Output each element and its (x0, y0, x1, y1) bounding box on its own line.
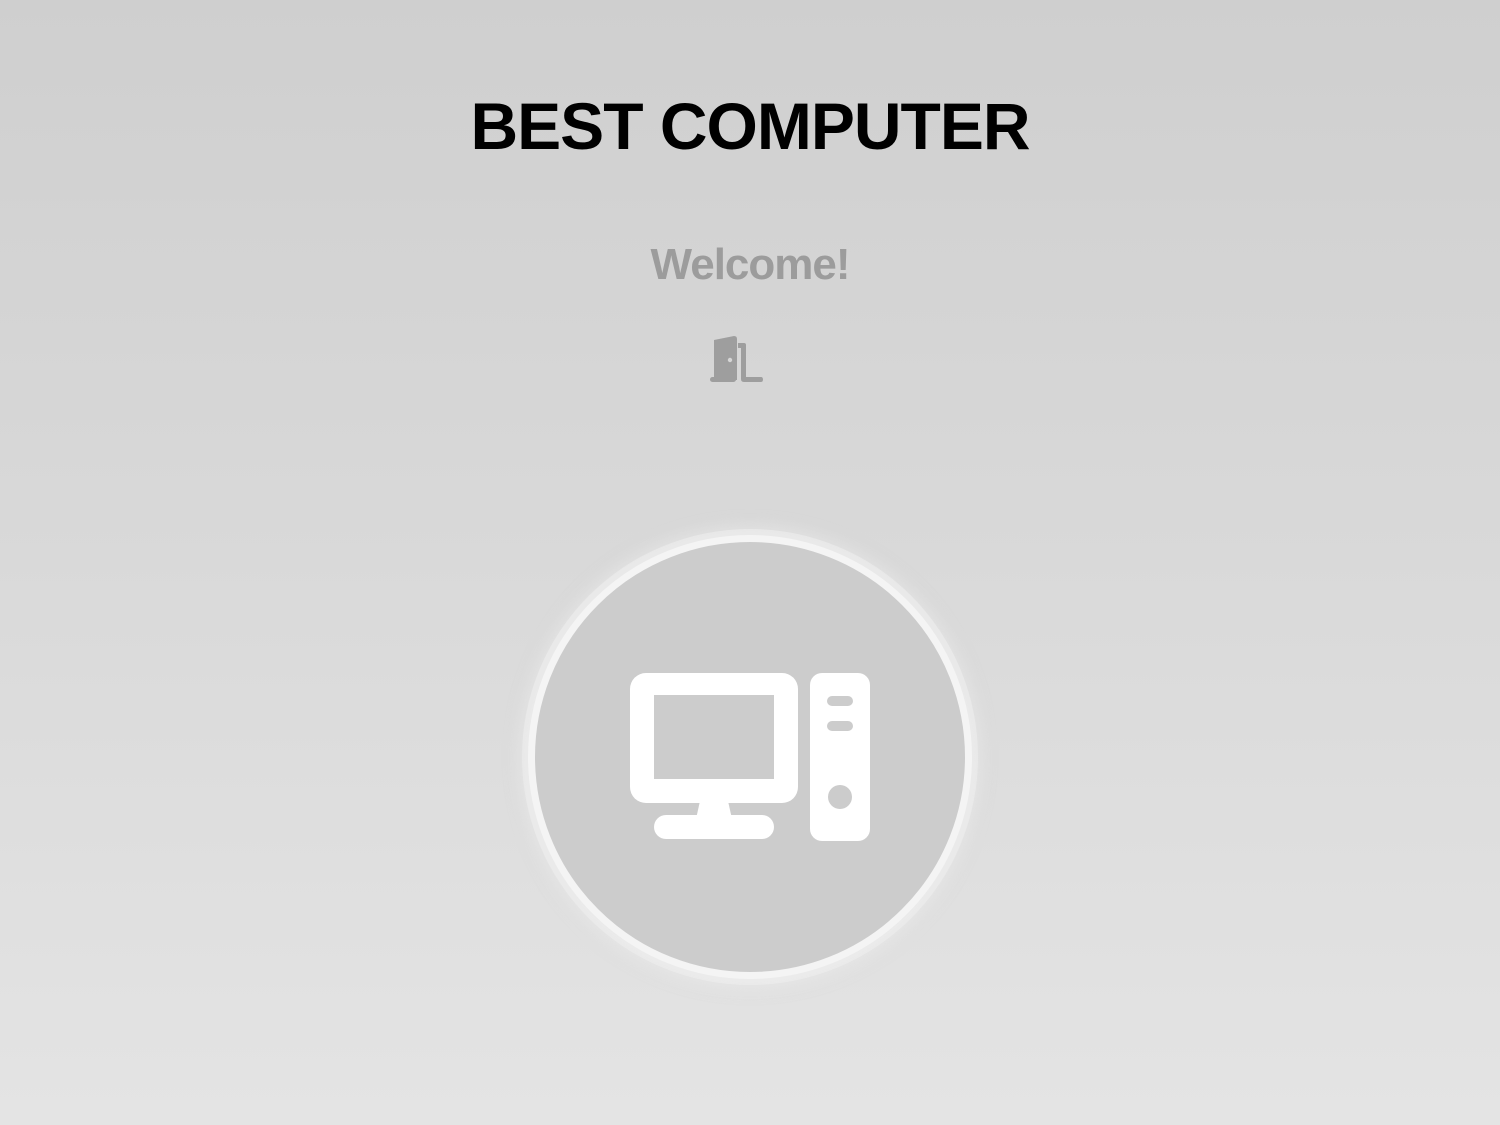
desktop-computer-icon (630, 673, 870, 841)
computer-start-button[interactable] (528, 535, 972, 979)
page-title: BEST COMPUTER (470, 89, 1030, 163)
door-exit-icon (710, 336, 763, 382)
logout-button[interactable] (703, 330, 767, 390)
welcome-message: Welcome! (650, 240, 850, 289)
